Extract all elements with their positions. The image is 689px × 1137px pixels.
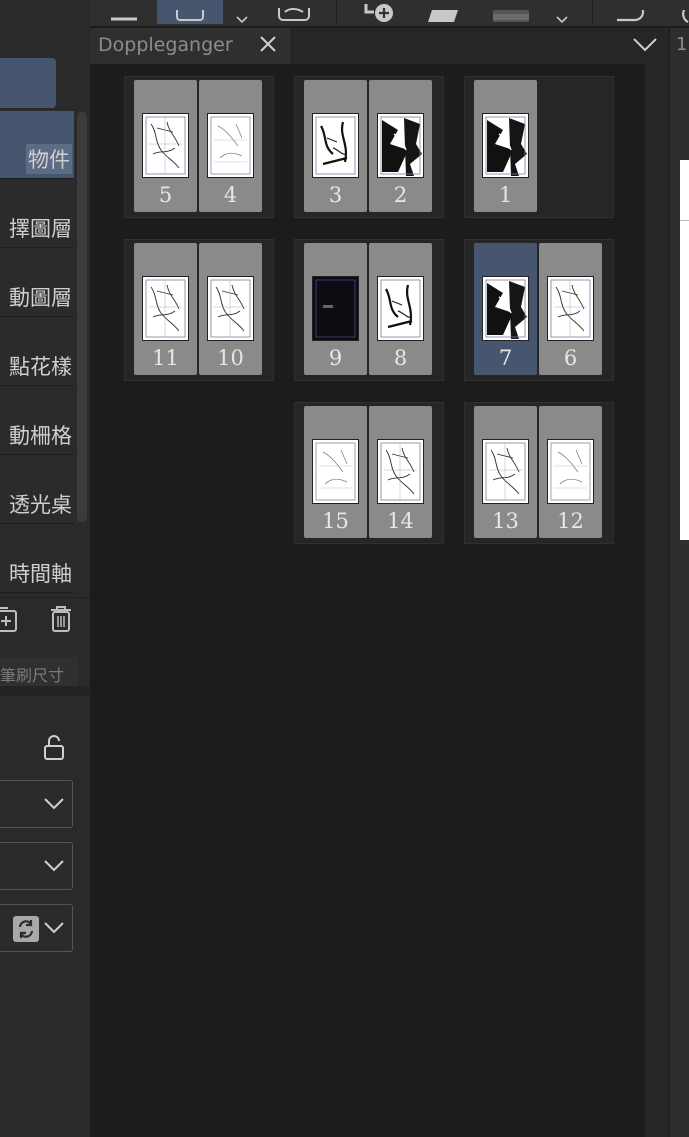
dropdown-2[interactable] — [0, 842, 73, 890]
page-preview — [482, 276, 529, 341]
page-preview — [142, 276, 189, 341]
page-preview — [312, 276, 359, 341]
sidebar-item-objects[interactable]: 物件 — [0, 111, 74, 179]
page-preview — [482, 113, 529, 178]
page-number: 11 — [152, 346, 179, 370]
page-preview — [482, 439, 529, 504]
swap-icon[interactable] — [12, 915, 40, 947]
page-preview — [547, 276, 594, 341]
page-thumbnail[interactable]: 14 — [369, 406, 432, 538]
page-thumbnail[interactable]: 5 — [134, 80, 197, 212]
page-number: 10 — [217, 346, 244, 370]
page-preview — [207, 113, 254, 178]
chevron-down-icon — [42, 791, 66, 819]
sidebar-item-select-layer[interactable]: 擇圖層 — [0, 180, 74, 248]
canvas-guide-line — [680, 220, 689, 221]
panel-header — [290, 28, 670, 64]
page-thumbnail[interactable]: 12 — [539, 406, 602, 538]
page-number: 2 — [393, 183, 408, 207]
page-manager-icon[interactable] — [157, 0, 223, 24]
redo-icon[interactable] — [670, 0, 689, 24]
page-thumbnail[interactable]: 1 — [474, 80, 537, 212]
chevron-down-icon — [42, 915, 66, 943]
page-number: 3 — [328, 183, 343, 207]
tab-label: 筆刷尺寸 — [0, 666, 65, 685]
chevron-down-icon — [42, 853, 66, 881]
page-number: 1 — [498, 183, 513, 207]
menu-icon[interactable] — [108, 0, 140, 24]
sidebar-item-dot-pattern[interactable]: 點花樣 — [0, 318, 74, 386]
sidebar-item-move-layer[interactable]: 動圖層 — [0, 249, 74, 317]
page-number: 6 — [563, 346, 578, 370]
page-preview — [377, 276, 424, 341]
layer-icon[interactable] — [490, 0, 532, 24]
page-number: 9 — [328, 346, 343, 370]
sidebar-item-label: 透光桌 — [9, 493, 72, 517]
cloud-icon[interactable] — [276, 0, 312, 24]
page-preview — [207, 276, 254, 341]
scrollbar-track[interactable] — [645, 64, 669, 1137]
dropdown-1[interactable] — [0, 780, 73, 828]
sidebar-item-label: 動圖層 — [9, 286, 72, 310]
trash-icon[interactable] — [48, 604, 74, 638]
sidebar-item-move-raster[interactable]: 動柵格 — [0, 387, 74, 455]
tab-brush-size[interactable]: 筆刷尺寸 — [0, 657, 78, 687]
sidebar-scrollbar[interactable] — [77, 112, 87, 522]
sidebar-item-light-table[interactable]: 透光桌 — [0, 456, 74, 524]
page-thumbnail[interactable]: 13 — [474, 406, 537, 538]
page-number: 7 — [498, 346, 513, 370]
sidebar-item-label: 擇圖層 — [9, 217, 72, 241]
page-preview — [312, 113, 359, 178]
canvas-tab-label: 1 — [676, 34, 688, 55]
top-toolbar — [90, 0, 689, 27]
page-thumbnail[interactable]: 9 — [304, 243, 367, 375]
page-thumbnail[interactable]: 4 — [199, 80, 262, 212]
chevron-down-icon[interactable] — [632, 34, 658, 58]
sidebar-item-timeline[interactable]: 時間軸 — [0, 525, 74, 593]
add-item-icon[interactable] — [0, 606, 20, 638]
page-thumbnail[interactable]: 7 — [474, 243, 537, 375]
page-number: 4 — [223, 183, 238, 207]
page-number: 14 — [387, 509, 414, 533]
chevron-down-icon[interactable] — [554, 0, 570, 24]
page-preview — [312, 439, 359, 504]
page-preview — [547, 439, 594, 504]
page-preview — [377, 439, 424, 504]
page-number: 15 — [322, 509, 349, 533]
page-thumbnail[interactable]: 2 — [369, 80, 432, 212]
page-number: 12 — [557, 509, 584, 533]
chevron-down-icon[interactable] — [232, 0, 252, 24]
folder-icon[interactable] — [426, 0, 462, 24]
panel-tab-button[interactable] — [0, 58, 56, 108]
page-thumbnail[interactable]: 15 — [304, 406, 367, 538]
page-number: 5 — [158, 183, 173, 207]
sidebar-actions — [0, 597, 90, 642]
dropdown-3[interactable] — [0, 904, 73, 952]
page-preview — [142, 113, 189, 178]
close-icon[interactable] — [258, 33, 278, 59]
panel-title: Doppleganger — [98, 34, 233, 56]
left-panel: 物件 擇圖層 動圖層 點花樣 動柵格 透光桌 時間軸 筆刷尺寸 — [0, 0, 91, 1137]
lock-icon[interactable] — [41, 734, 67, 766]
sidebar-item-label: 動柵格 — [9, 424, 72, 448]
undo-icon[interactable] — [612, 0, 648, 24]
sidebar-item-label: 點花樣 — [9, 355, 72, 379]
tab-doppleganger[interactable]: Doppleganger — [90, 28, 291, 64]
add-page-icon[interactable] — [362, 0, 398, 24]
panel-divider — [0, 686, 90, 696]
page-number: 8 — [393, 346, 408, 370]
sidebar-item-label: 時間軸 — [9, 562, 72, 586]
canvas-preview — [680, 160, 689, 540]
page-thumbnail[interactable]: 6 — [539, 243, 602, 375]
page-preview — [377, 113, 424, 178]
page-manager-area — [90, 64, 645, 1137]
sidebar-item-label: 物件 — [26, 144, 72, 174]
page-thumbnail[interactable]: 11 — [134, 243, 197, 375]
page-thumbnail[interactable]: 10 — [199, 243, 262, 375]
page-number: 13 — [492, 509, 519, 533]
page-thumbnail[interactable]: 8 — [369, 243, 432, 375]
page-thumbnail[interactable]: 3 — [304, 80, 367, 212]
